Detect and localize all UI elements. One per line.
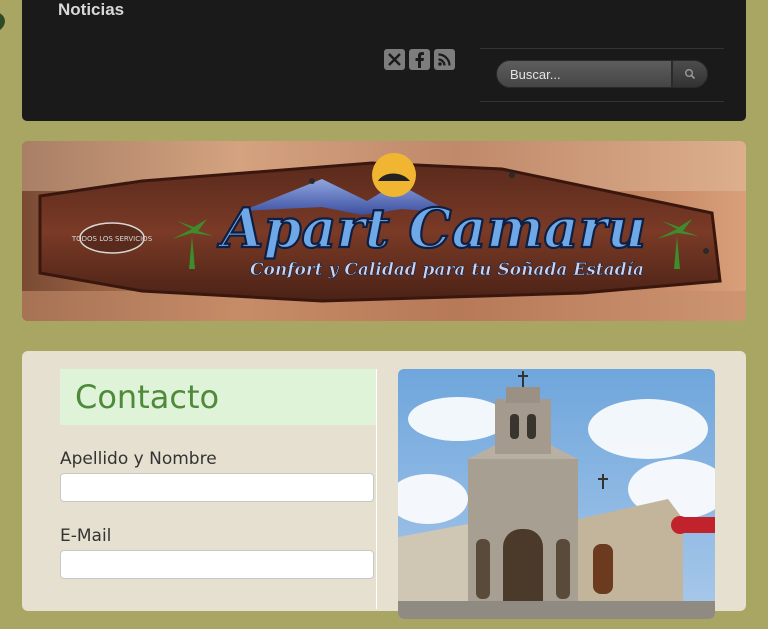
column-divider [376, 369, 377, 609]
content-area: Contacto Apellido y Nombre E-Mail [22, 351, 746, 619]
search-area [480, 48, 724, 102]
email-field[interactable] [60, 550, 374, 579]
twitter-icon[interactable] [384, 49, 405, 70]
nav-link-noticias[interactable]: Noticias [58, 0, 124, 20]
leaf-icon [0, 13, 5, 30]
banner-tagline: Confort y Calidad para tu Soñada Estadía [250, 260, 644, 280]
banner-title: Apart Camaru [217, 196, 647, 260]
search-input[interactable] [496, 60, 672, 88]
church-photo [398, 369, 715, 619]
contact-form: Contacto Apellido y Nombre E-Mail [60, 369, 376, 629]
rss-icon[interactable] [434, 49, 455, 70]
search-icon [685, 69, 696, 80]
top-navigation-bar: Noticias [22, 0, 746, 121]
facebook-icon[interactable] [409, 49, 430, 70]
social-links [384, 49, 455, 70]
page-title: Contacto [75, 378, 220, 416]
name-label: Apellido y Nombre [60, 449, 217, 469]
banner-badge: TODOS LOS SERVICIOS [71, 235, 153, 243]
contact-title-box: Contacto [60, 369, 376, 425]
email-label: E-Mail [60, 526, 112, 546]
header-banner: TODOS LOS SERVICIOS Apart Camaru Confort… [22, 141, 746, 321]
search-button[interactable] [672, 60, 708, 88]
name-field[interactable] [60, 473, 374, 502]
